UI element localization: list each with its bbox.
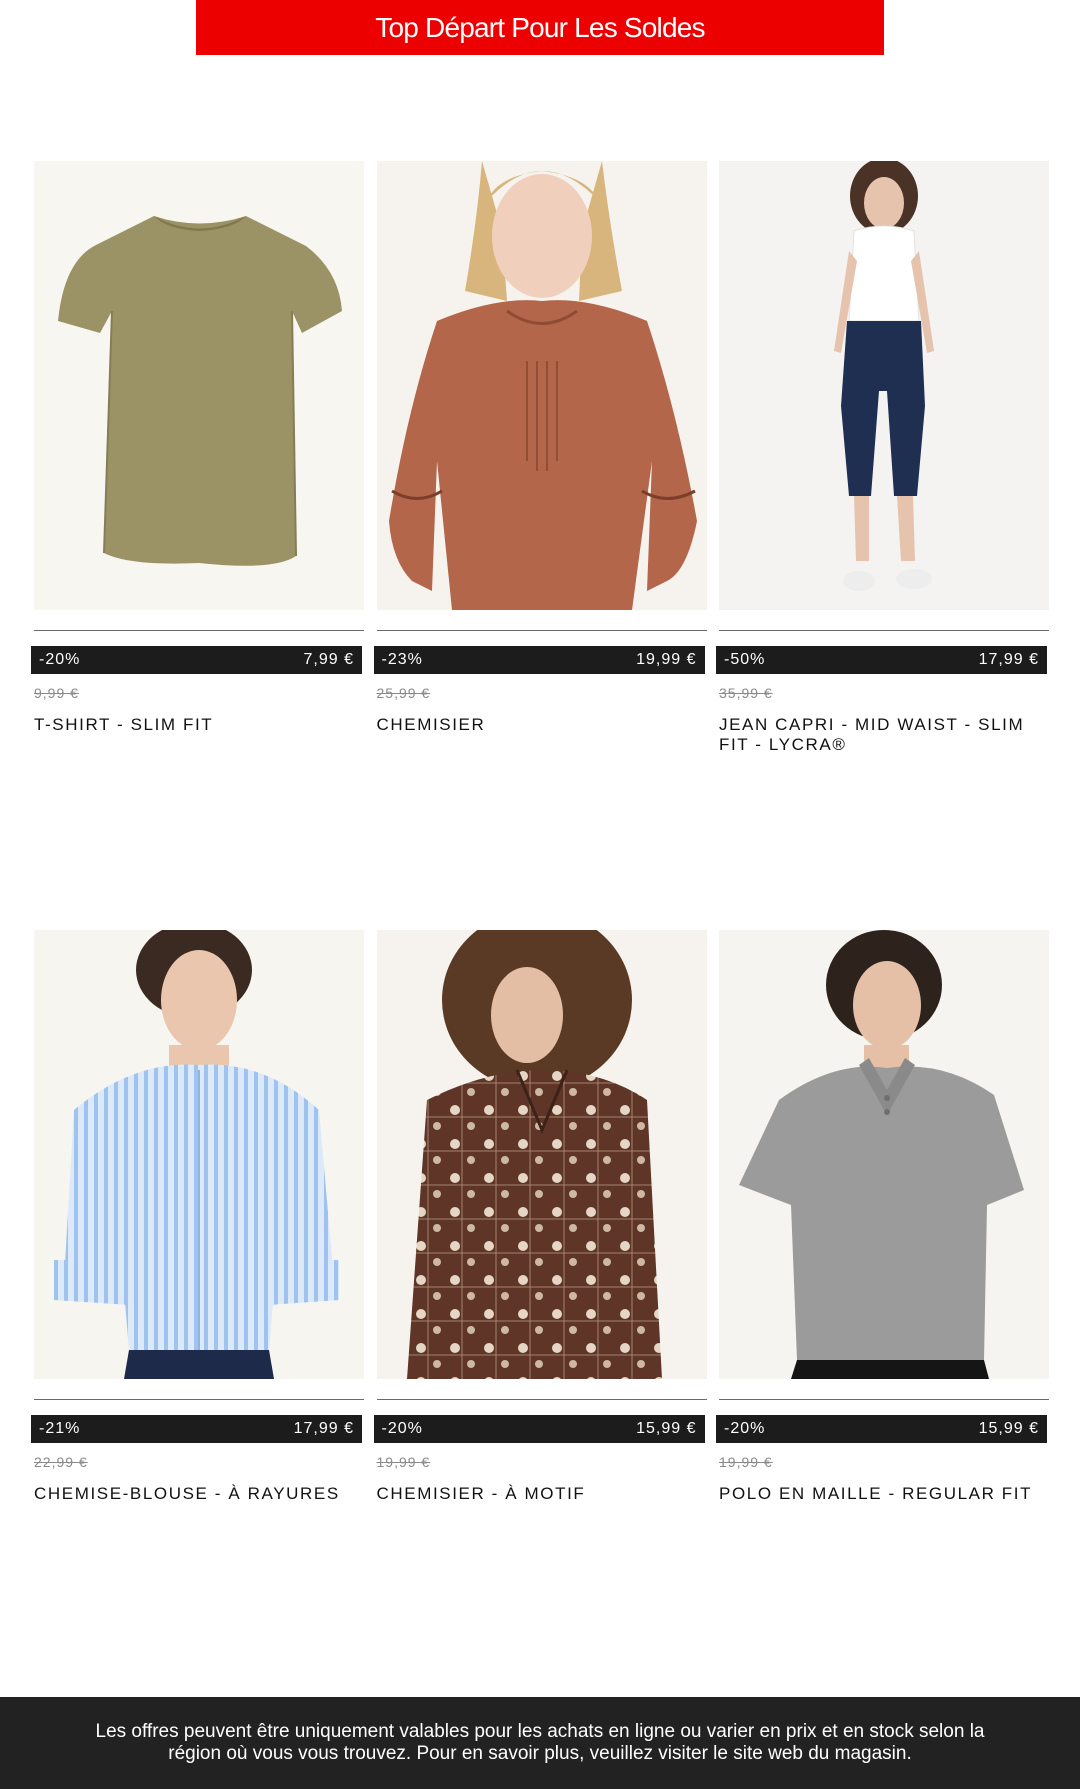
- product-name[interactable]: CHEMISIER: [377, 715, 707, 735]
- original-price: 19,99 €: [719, 1454, 773, 1470]
- divider: [34, 630, 364, 631]
- product-image-striped-blouse[interactable]: [34, 930, 364, 1379]
- sale-price: 17,99 €: [293, 1420, 354, 1437]
- divider: [34, 1399, 364, 1400]
- product-card[interactable]: -23% 19,99 € 25,99 € CHEMISIER: [373, 161, 707, 755]
- discount-badge: -50%: [724, 651, 766, 668]
- divider: [719, 630, 1049, 631]
- footer-disclaimer: Les offres peuvent être uniquement valab…: [0, 1697, 1080, 1789]
- original-price: 25,99 €: [376, 685, 431, 701]
- sale-price: 15,99 €: [636, 1420, 697, 1437]
- divider: [376, 630, 707, 631]
- product-card[interactable]: -20% 15,99 € 19,99 € CHEMISIER - À MOTIF: [373, 930, 707, 1504]
- divider: [376, 1399, 707, 1400]
- original-price: 9,99 €: [34, 685, 79, 701]
- disclaimer-text: Les offres peuvent être uniquement valab…: [95, 1721, 985, 1764]
- discount-badge: -20%: [724, 1420, 766, 1437]
- product-card[interactable]: -21% 17,99 € 22,99 € CHEMISE-BLOUSE - À …: [31, 930, 364, 1504]
- product-name[interactable]: POLO EN MAILLE - REGULAR FIT: [719, 1484, 1049, 1504]
- product-image-capri-jeans[interactable]: [719, 161, 1049, 610]
- price-bar: -23% 19,99 €: [373, 646, 705, 674]
- product-name[interactable]: T-SHIRT - SLIM FIT: [34, 715, 364, 735]
- product-card[interactable]: -50% 17,99 € 35,99 € JEAN CAPRI - MID WA…: [716, 161, 1049, 755]
- original-price: 22,99 €: [34, 1454, 88, 1470]
- price-bar: -20% 15,99 €: [716, 1415, 1047, 1443]
- price-bar: -20% 7,99 €: [31, 646, 362, 674]
- product-image-rust-blouse[interactable]: [376, 161, 707, 610]
- product-name[interactable]: CHEMISE-BLOUSE - À RAYURES: [34, 1484, 364, 1504]
- product-name[interactable]: CHEMISIER - À MOTIF: [377, 1484, 707, 1504]
- sale-banner[interactable]: Top Départ Pour Les Soldes: [196, 0, 884, 55]
- discount-badge: -20%: [39, 651, 81, 668]
- sale-price: 7,99 €: [303, 651, 354, 668]
- product-card[interactable]: -20% 15,99 € 19,99 € POLO EN MAILLE - RE…: [716, 930, 1049, 1504]
- sale-price: 17,99 €: [978, 651, 1039, 668]
- product-image-paisley-blouse[interactable]: [376, 930, 707, 1379]
- product-row-2: -21% 17,99 € 22,99 € CHEMISE-BLOUSE - À …: [31, 930, 1049, 1504]
- original-price: 19,99 €: [376, 1454, 431, 1470]
- product-image-grey-knit-polo[interactable]: [719, 930, 1049, 1379]
- divider: [719, 1399, 1049, 1400]
- price-bar: -21% 17,99 €: [31, 1415, 362, 1443]
- price-bar: -20% 15,99 €: [373, 1415, 705, 1443]
- product-row-1: -20% 7,99 € 9,99 € T-SHIRT - SLIM FIT -2…: [31, 161, 1049, 755]
- product-card[interactable]: -20% 7,99 € 9,99 € T-SHIRT - SLIM FIT: [31, 161, 364, 755]
- sale-price: 15,99 €: [978, 1420, 1039, 1437]
- discount-badge: -20%: [381, 1420, 423, 1437]
- sale-price: 19,99 €: [636, 651, 697, 668]
- discount-badge: -21%: [39, 1420, 81, 1437]
- original-price: 35,99 €: [719, 685, 773, 701]
- price-bar: -50% 17,99 €: [716, 646, 1047, 674]
- product-name[interactable]: JEAN CAPRI - MID WAIST - SLIM FIT - LYCR…: [719, 715, 1049, 755]
- product-image-olive-tshirt[interactable]: [34, 161, 364, 610]
- discount-badge: -23%: [381, 651, 423, 668]
